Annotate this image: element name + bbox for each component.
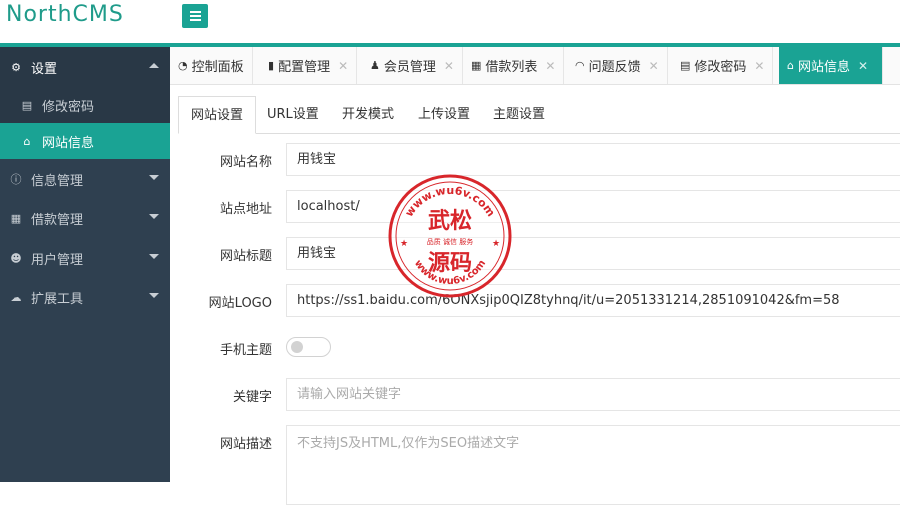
site-url-input[interactable]: localhost/ <box>286 190 900 223</box>
rss-icon: ◠ <box>575 59 585 72</box>
sidebar-item-label: 扩展工具 <box>31 291 84 307</box>
subtab-site-settings[interactable]: 网站设置 <box>178 96 257 134</box>
sidebar-subitem-site-info[interactable]: ⌂ 网站信息 <box>0 123 170 159</box>
sidebar-subitem-change-password[interactable]: ▤ 修改密码 <box>0 87 170 123</box>
calendar-icon: ▦ <box>471 59 482 72</box>
close-icon[interactable]: ✕ <box>545 59 555 73</box>
subtab-dev-mode[interactable]: 开发模式 <box>342 96 394 134</box>
chevron-down-icon <box>149 214 159 219</box>
site-title-input[interactable]: 用钱宝 <box>286 237 900 270</box>
sidebar-item-loan-management[interactable]: ▦ 借款管理 <box>0 198 170 238</box>
site-url-label: 站点地址 <box>219 202 272 217</box>
tab-change-password[interactable]: ▤ 修改密码 ✕ <box>672 47 774 84</box>
close-icon[interactable]: ✕ <box>649 59 659 73</box>
dashboard-icon: ◔ <box>178 59 188 72</box>
settings-subtabs: 网站设置 URL设置 开发模式 上传设置 主题设置 <box>178 96 900 134</box>
site-logo-input[interactable]: https://ss1.baidu.com/6ONXsjip0QIZ8tyhnq… <box>286 284 900 317</box>
tab-loan-list[interactable]: ▦ 借款列表 ✕ <box>463 47 565 84</box>
tab-feedback[interactable]: ◠ 问题反馈 ✕ <box>567 47 668 84</box>
id-card-icon: ▤ <box>21 98 33 112</box>
app-logo[interactable]: NorthCMS <box>6 2 124 27</box>
mobile-theme-label: 手机主题 <box>219 343 272 358</box>
calendar-icon: ▦ <box>10 211 22 225</box>
sidebar-subitem-label: 网站信息 <box>42 135 95 151</box>
close-icon[interactable]: ✕ <box>444 59 454 73</box>
sidebar-item-user-management[interactable]: ☻ 用户管理 <box>0 238 170 278</box>
sidebar-item-info-management[interactable]: ⓘ 信息管理 <box>0 159 170 199</box>
subtab-upload-settings[interactable]: 上传设置 <box>418 96 470 134</box>
subtab-theme-settings[interactable]: 主题设置 <box>493 96 545 134</box>
tab-config-management[interactable]: ▮ 配置管理 ✕ <box>260 47 358 84</box>
sidebar-item-label: 借款管理 <box>31 212 84 228</box>
home-icon: ⌂ <box>23 134 31 148</box>
book-icon: ▮ <box>268 59 275 72</box>
tab-member-management[interactable]: ♟ 会员管理 ✕ <box>362 47 463 84</box>
watermark-name-top: 武松 <box>428 209 472 234</box>
sidebar-item-settings[interactable]: ⚙ 设置 <box>0 47 170 87</box>
home-icon: ⌂ <box>787 59 794 72</box>
chevron-down-icon <box>149 254 159 259</box>
site-name-label: 网站名称 <box>219 155 272 170</box>
info-icon: ⓘ <box>10 173 22 186</box>
close-icon[interactable]: ✕ <box>338 59 348 73</box>
description-textarea[interactable]: 不支持JS及HTML,仅作为SEO描述文字 <box>286 425 900 505</box>
watermark-name-bottom: 源码 <box>428 251 472 276</box>
users-icon: ☻ <box>10 251 22 265</box>
tab-site-info[interactable]: ⌂ 网站信息 ✕ <box>779 47 883 84</box>
site-title-label: 网站标题 <box>219 249 272 264</box>
watermark-tagline: 品质 诚信 服务 <box>427 237 473 246</box>
sidebar-subitem-label: 修改密码 <box>42 99 95 115</box>
menu-toggle-button[interactable] <box>182 4 208 28</box>
keywords-input[interactable]: 请输入网站关键字 <box>286 378 900 411</box>
page-tab-bar: ◔ 控制面板 ▮ 配置管理 ✕ ♟ 会员管理 ✕ ▦ 借款列表 ✕ ◠ 问题反馈… <box>170 47 900 85</box>
top-bar: NorthCMS <box>0 0 900 44</box>
sidebar: ⚙ 设置 ▤ 修改密码 ⌂ 网站信息 ⓘ 信息管理 ▦ 借款管理 ☻ 用户管理 … <box>0 47 170 482</box>
sidebar-item-label: 设置 <box>31 61 58 77</box>
chevron-down-icon <box>149 175 159 180</box>
tab-label: 问题反馈 <box>588 60 641 75</box>
tab-label: 网站信息 <box>797 60 850 75</box>
tab-dashboard[interactable]: ◔ 控制面板 <box>170 47 253 84</box>
site-logo-label: 网站LOGO <box>208 296 272 311</box>
watermark-stamp: www.wu6v.com www.wu6v.com 武松 品质 诚信 服务 ★ … <box>388 174 512 298</box>
user-icon: ♟ <box>370 59 380 72</box>
star-icon: ★ <box>400 239 408 249</box>
close-icon[interactable]: ✕ <box>754 59 764 73</box>
chevron-down-icon <box>149 293 159 298</box>
tab-label: 借款列表 <box>485 60 538 75</box>
tab-label: 会员管理 <box>383 60 436 75</box>
description-label: 网站描述 <box>219 437 272 452</box>
tab-label: 配置管理 <box>278 60 331 75</box>
id-card-icon: ▤ <box>680 59 691 72</box>
close-icon[interactable]: ✕ <box>858 59 868 73</box>
cloud-icon: ☁ <box>10 290 22 304</box>
tab-label: 控制面板 <box>191 60 244 75</box>
tab-label: 修改密码 <box>694 60 747 75</box>
gears-icon: ⚙ <box>11 60 21 74</box>
sidebar-item-extension-tools[interactable]: ☁ 扩展工具 <box>0 277 170 317</box>
chevron-up-icon <box>149 63 159 68</box>
keywords-label: 关键字 <box>232 390 272 405</box>
sidebar-item-label: 信息管理 <box>31 173 84 189</box>
mobile-theme-switch[interactable] <box>286 337 331 357</box>
hamburger-icon <box>189 11 201 21</box>
sidebar-item-label: 用户管理 <box>31 252 84 268</box>
subtab-url-settings[interactable]: URL设置 <box>267 96 319 134</box>
site-name-input[interactable]: 用钱宝 <box>286 143 900 176</box>
star-icon: ★ <box>492 239 500 249</box>
